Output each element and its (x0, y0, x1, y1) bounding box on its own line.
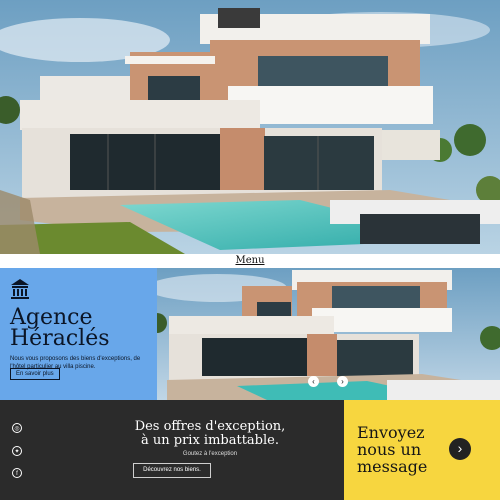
agency-title: Agence Héraclés (10, 305, 147, 351)
slider-image (157, 268, 500, 400)
property-slider: ‹ › (157, 268, 500, 400)
chevron-right-circle-icon[interactable]: › (449, 438, 471, 460)
slider-prev-button[interactable]: ‹ (308, 376, 319, 387)
offer-title: Des offres d'exception, à un prix imbatt… (70, 420, 350, 448)
chevron-right-icon: › (341, 377, 344, 386)
instagram-icon[interactable]: ◎ (12, 423, 22, 433)
offer-title-line2: à un prix imbattable. (141, 433, 279, 448)
cta-line3: message (357, 457, 428, 476)
offer-title-line1: Des offres d'exception, (134, 419, 286, 434)
contact-cta-text: Envoyez nous un message (357, 424, 447, 475)
twitter-icon[interactable]: ✦ (12, 446, 22, 456)
offer-subtitle: Goutez à l'exception (182, 451, 238, 457)
slider-next-button[interactable]: › (337, 376, 348, 387)
building-columns-icon (11, 279, 29, 299)
hero-image (0, 0, 500, 254)
learn-more-button[interactable]: En savoir plus (10, 368, 60, 380)
agency-panel: Agence Héraclés Nous vous proposons des … (0, 268, 157, 400)
menu-bar: Menu (0, 254, 500, 268)
cta-line1: Envoyez (357, 423, 425, 442)
contact-cta-panel[interactable]: Envoyez nous un message (344, 400, 500, 500)
cta-line2: nous un (357, 440, 422, 459)
chevron-left-icon: ‹ (312, 377, 315, 386)
facebook-icon[interactable]: f (12, 468, 22, 478)
discover-properties-button[interactable]: Découvrez nos biens. (133, 463, 211, 478)
agency-title-line1: Agence (10, 305, 93, 330)
agency-title-line2: Héraclés (10, 326, 110, 351)
menu-link[interactable]: Menu (0, 255, 500, 266)
footer-offers: ◎ ✦ f Des offres d'exception, à un prix … (0, 400, 344, 500)
